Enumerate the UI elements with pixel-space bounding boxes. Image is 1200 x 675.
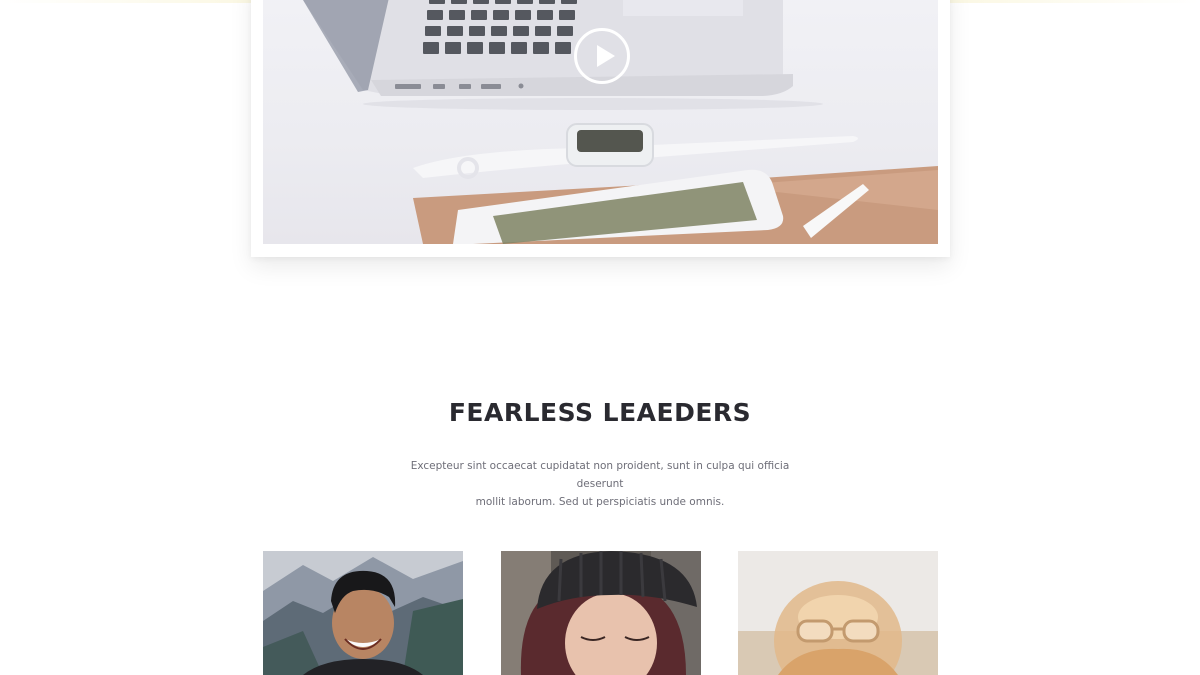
section-description-line: Excepteur sint occaecat cupidatat non pr… <box>410 460 790 490</box>
play-icon <box>597 45 615 67</box>
video-frame <box>251 0 950 257</box>
play-button[interactable] <box>574 28 630 84</box>
sunglasses-cap-photo <box>738 551 938 675</box>
woman-beanie-photo <box>501 551 701 675</box>
team-member-card[interactable] <box>738 551 938 675</box>
smiling-man-mountains-photo <box>263 551 463 675</box>
team-member-card[interactable] <box>501 551 701 675</box>
section-title: FEARLESS LEAEDERS <box>448 398 752 427</box>
section-description: Excepteur sint occaecat cupidatat non pr… <box>390 457 810 511</box>
section-description-line: mollit laborum. Sed ut perspiciatis unde… <box>475 496 725 508</box>
video-thumbnail[interactable] <box>263 0 938 244</box>
team-member-card[interactable] <box>263 551 463 675</box>
